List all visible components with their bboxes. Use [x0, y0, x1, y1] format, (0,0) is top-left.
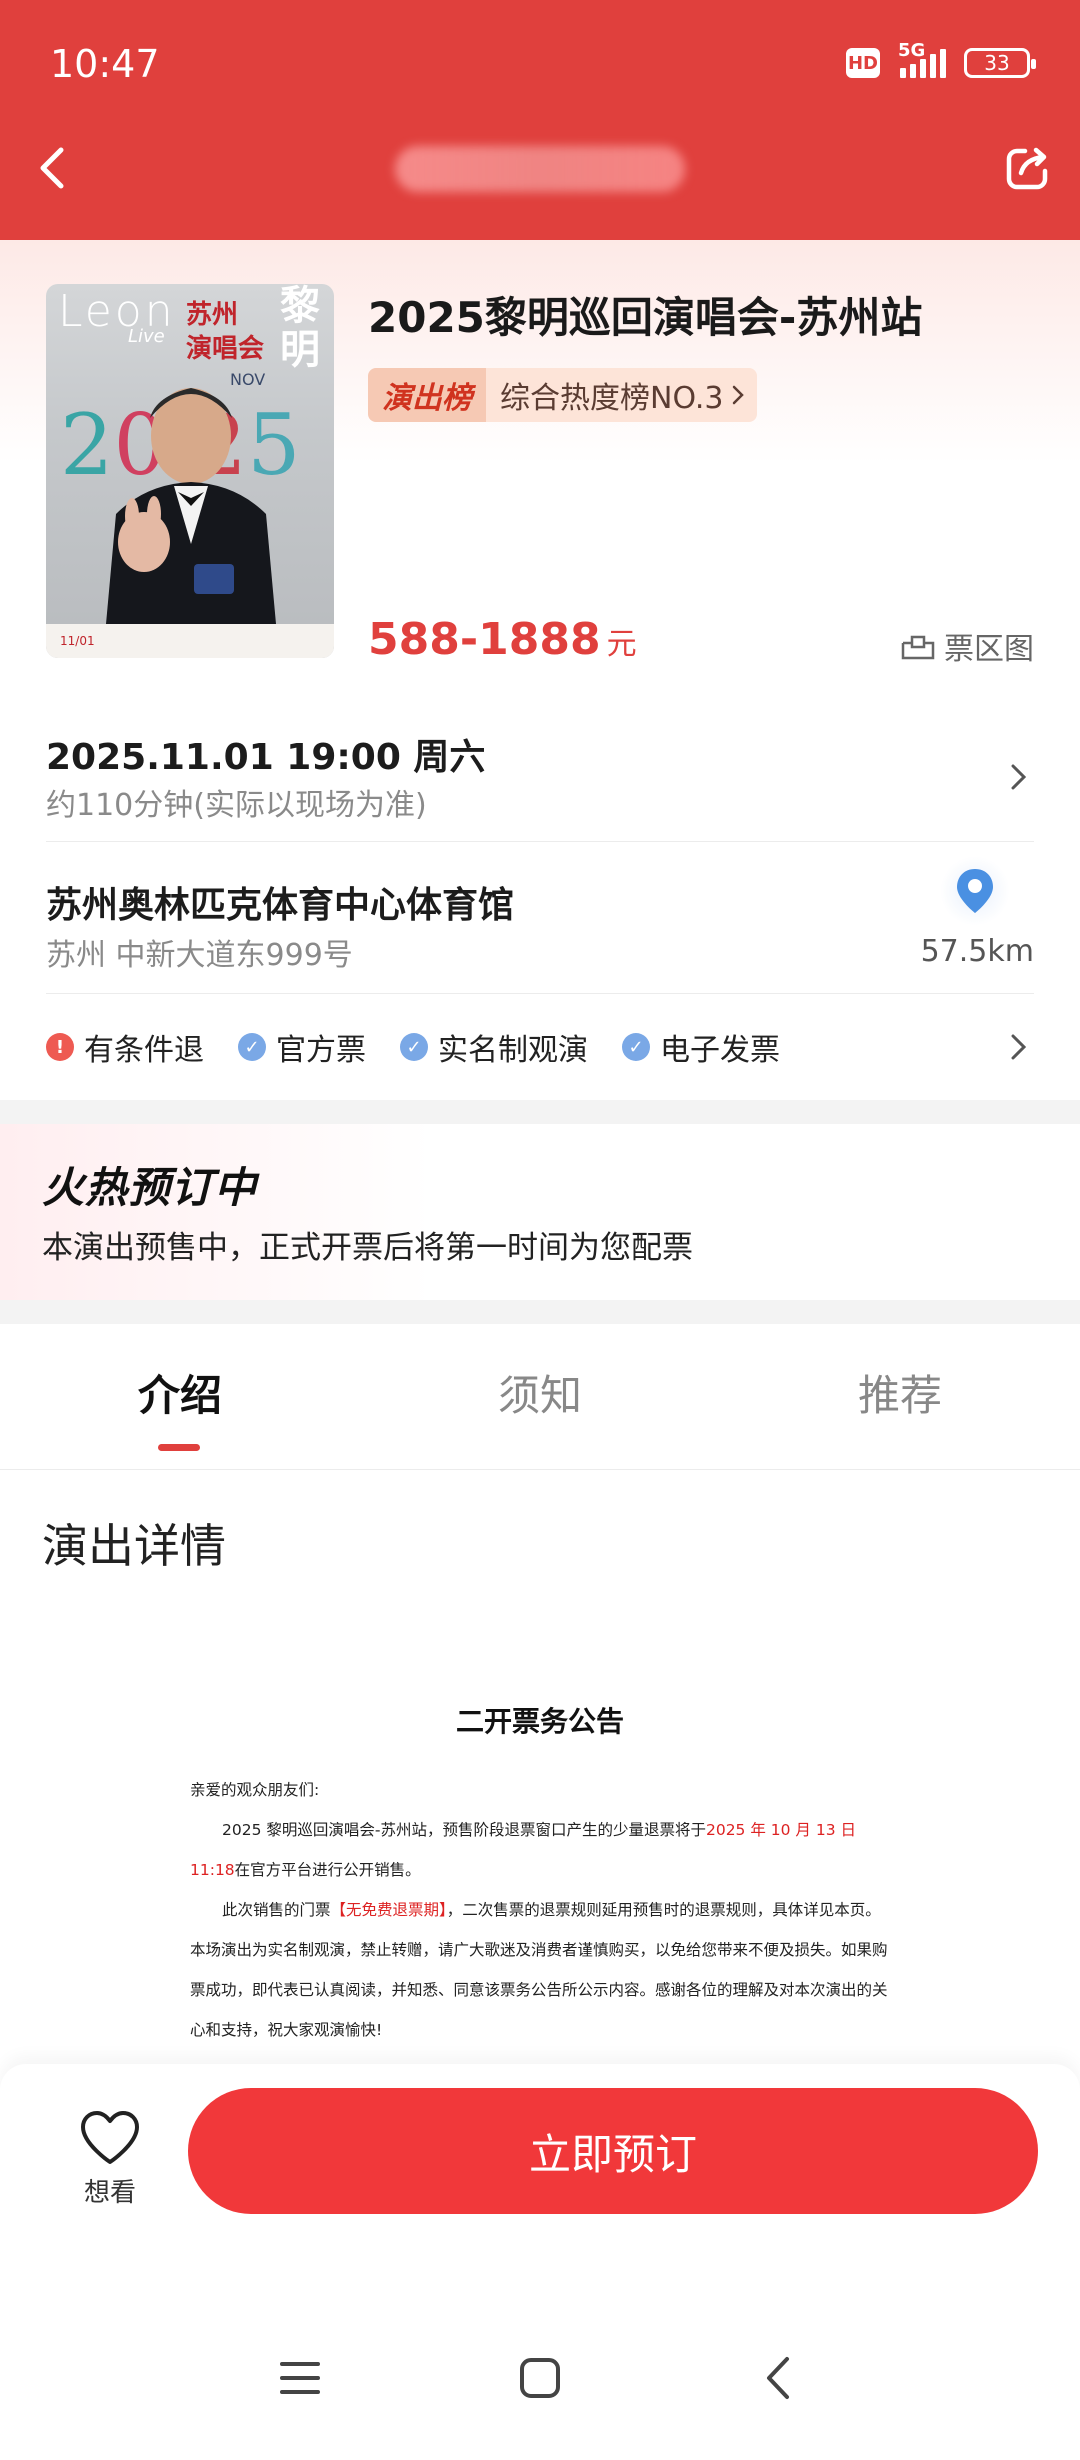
status-time: 10:47 [50, 42, 160, 86]
wish-label: 想看 [83, 2178, 136, 2208]
show-poster[interactable]: Leon Live 苏州演唱会 黎明 NOV 20 25 11/01 [46, 284, 334, 658]
back-button[interactable] [22, 138, 82, 198]
show-title: 2025黎明巡回演唱会-苏州站 [368, 293, 923, 342]
poster-live-text: Live [128, 326, 165, 347]
notice-text: ，二次售票的退票规则延用预售时的退票规则，具体详见本页。本场演出为实名制观演，禁… [190, 1901, 888, 2039]
battery-level: 33 [984, 51, 1010, 75]
warning-icon: ! [46, 1033, 74, 1061]
back-arrow-icon [40, 147, 64, 189]
presale-banner: 火热预订中 本演出预售中，正式开票后将第一时间为您配票 [0, 1124, 1080, 1300]
service-label: 实名制观演 [438, 1033, 588, 1068]
network-type: 5G [898, 40, 926, 61]
detail-tabs: 介绍 须知 推荐 [0, 1324, 1080, 1470]
tab-intro[interactable]: 介绍 [138, 1362, 222, 1423]
active-tab-indicator [158, 1444, 200, 1451]
section-divider [0, 1300, 1080, 1324]
venue-name: 苏州奥林匹克体育中心体育馆 [46, 885, 515, 926]
notice-paragraph: 2025 黎明巡回演唱会-苏州站，预售阶段退票窗口产生的少量退票将于2025 年… [190, 1810, 890, 1890]
notice-highlight: 【无免费退票期】 [330, 1901, 447, 1919]
check-icon: ✓ [622, 1033, 650, 1061]
wish-button[interactable]: 想看 [70, 2110, 150, 2209]
signal-icon: 5G [898, 40, 946, 78]
ticket-notice: 二开票务公告 亲爱的观众朋友们: 2025 黎明巡回演唱会-苏州站，预售阶段退票… [190, 1700, 890, 2050]
seat-map-icon [901, 635, 935, 660]
detail-section-title: 演出详情 [42, 1519, 226, 1573]
notice-greeting: 亲爱的观众朋友们: [190, 1781, 320, 1799]
bottom-action-bar: 想看 立即预订 [0, 2064, 1080, 2296]
section-divider [0, 1100, 1080, 1124]
price-value: 588-1888 [368, 614, 601, 665]
chevron-right-icon [1011, 1034, 1027, 1060]
battery-icon: 33 [964, 48, 1036, 78]
status-icons: HD 5G 33 [846, 40, 1036, 78]
notice-text: 在官方平台进行公开销售。 [234, 1861, 421, 1879]
menu-nav-button[interactable] [270, 2348, 330, 2408]
notice-paragraph: 此次销售的门票【无免费退票期】，二次售票的退票规则延用预售时的退票规则，具体详见… [190, 1890, 890, 2050]
venue-distance: 57.5km [920, 934, 1034, 969]
location-pin-icon[interactable] [940, 856, 1010, 926]
notice-text: 2025 黎明巡回演唱会-苏州站，预售阶段退票窗口产生的少量退票将于 [222, 1821, 706, 1839]
tab-notice[interactable]: 须知 [498, 1362, 582, 1423]
notice-title: 二开票务公告 [455, 1705, 624, 1738]
service-label: 官方票 [276, 1033, 366, 1068]
service-item: ✓ 官方票 [238, 1025, 366, 1069]
seat-map-button[interactable]: 票区图 [900, 624, 1034, 668]
home-nav-button[interactable] [510, 2348, 570, 2408]
seat-map-label: 票区图 [944, 632, 1034, 667]
poster-name-text: 黎明 [280, 284, 320, 373]
rank-value: 综合热度榜NO.3 [500, 381, 724, 416]
poster-footer: 11/01 [46, 624, 334, 658]
service-label: 电子发票 [660, 1033, 780, 1068]
show-datetime: 2025.11.01 19:00 周六 [46, 737, 486, 778]
performer-figure [106, 388, 276, 624]
tab-recommend[interactable]: 推荐 [858, 1362, 942, 1423]
check-icon: ✓ [238, 1033, 266, 1061]
top-bar: 10:47 HD 5G 33 [0, 0, 1080, 240]
services-row[interactable]: ! 有条件退 ✓ 官方票 ✓ 实名制观演 ✓ 电子发票 [46, 994, 1034, 1100]
presale-desc: 本演出预售中，正式开票后将第一时间为您配票 [42, 1230, 693, 1266]
service-item: ✓ 电子发票 [622, 1025, 780, 1069]
show-duration: 约110分钟(实际以现场为准) [46, 788, 427, 823]
back-nav-button[interactable] [748, 2348, 808, 2408]
presale-title: 火热预订中 [42, 1163, 258, 1212]
schedule-row[interactable]: 2025.11.01 19:00 周六 约110分钟(实际以现场为准) [46, 718, 1034, 842]
book-now-button[interactable]: 立即预订 [188, 2088, 1038, 2214]
poster-city-text: 苏州 演唱会 [186, 300, 265, 364]
system-nav-bar [0, 2296, 1080, 2460]
rank-value-wrap: 综合热度榜NO.3 [486, 368, 758, 422]
chevron-right-icon [733, 385, 745, 405]
rank-chip[interactable]: 演出榜 综合热度榜NO.3 [368, 368, 758, 422]
menu-icon [280, 2362, 320, 2394]
service-item: ! 有条件退 [46, 1025, 204, 1069]
share-icon [1006, 147, 1048, 190]
back-icon [767, 2357, 789, 2399]
heart-icon [81, 2111, 139, 2164]
service-item: ✓ 实名制观演 [400, 1025, 588, 1069]
venue-row[interactable]: 苏州奥林匹克体育中心体育馆 苏州 中新大道东999号 57.5km [46, 842, 1034, 994]
hd-icon: HD [846, 48, 880, 78]
venue-address: 苏州 中新大道东999号 [46, 938, 353, 973]
share-button[interactable] [998, 138, 1058, 198]
show-info-card: Leon Live 苏州演唱会 黎明 NOV 20 25 11/01 2025黎… [0, 240, 1080, 1100]
service-label: 有条件退 [84, 1033, 204, 1068]
page-title-blurred [395, 146, 685, 192]
notice-text: 此次销售的门票 [222, 1901, 331, 1919]
chevron-right-icon [1011, 764, 1027, 790]
price-unit: 元 [606, 627, 637, 662]
home-square-icon [520, 2358, 560, 2398]
check-icon: ✓ [400, 1033, 428, 1061]
price-range: 588-1888 元 [368, 614, 637, 665]
rank-tag: 演出榜 [368, 368, 486, 422]
